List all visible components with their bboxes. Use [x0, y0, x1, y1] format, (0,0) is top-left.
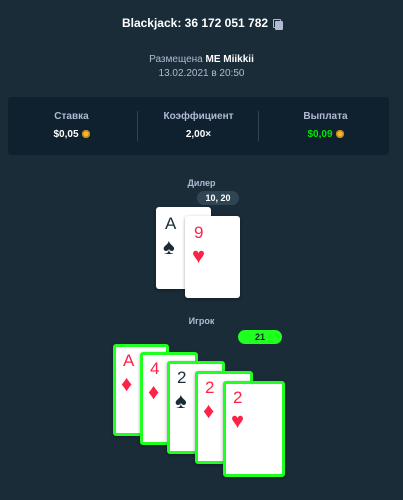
spade-icon: ♠: [163, 234, 175, 259]
placed-prefix: Размещена: [149, 54, 203, 65]
heart-icon: ♥: [192, 243, 206, 268]
bet-title: Blackjack: 36 172 051 782: [0, 16, 403, 30]
heart-icon: ♥: [231, 408, 245, 433]
card-rank: 2: [205, 378, 215, 397]
stat-payout-label: Выплата: [303, 111, 348, 122]
stat-multiplier: Коэффициент 2,00×: [135, 97, 262, 155]
stat-payout-amount: $0,09: [307, 129, 333, 140]
card-rank: 2: [233, 388, 243, 407]
diamond-icon: ♦: [148, 379, 160, 404]
stat-multiplier-label: Коэффициент: [163, 111, 234, 122]
spade-icon: ♠: [175, 388, 187, 413]
divider: [258, 111, 259, 141]
coin-icon: [335, 130, 344, 138]
card-rank: A: [165, 214, 177, 233]
dealer-label: Дилер: [187, 178, 216, 188]
stat-multiplier-value: 2,00×: [185, 129, 212, 140]
player-label: Игрок: [188, 316, 215, 326]
stat-bet-value: $0,05: [8, 129, 135, 140]
player-card-5: 2 ♥: [223, 381, 285, 477]
stat-payout-value: $0,09: [262, 129, 389, 140]
card-rank: 9: [194, 223, 204, 242]
diamond-icon: ♦: [121, 371, 133, 396]
dealer-score-badge: 10, 20: [197, 191, 239, 205]
stat-bet-label: Ставка: [54, 111, 89, 122]
stat-bet-amount: $0,05: [53, 129, 79, 140]
bet-stats-panel: Ставка $0,05 Коэффициент 2,00× Выплата $…: [8, 97, 389, 155]
card-rank: A: [123, 351, 135, 370]
placed-by: Размещена ME Miikkii: [0, 54, 403, 65]
player-score-badge: 21: [238, 330, 282, 344]
card-rank: 4: [150, 359, 160, 378]
stat-payout: Выплата $0,09: [262, 97, 389, 155]
card-rank: 2: [177, 368, 187, 387]
coin-icon: [81, 130, 90, 138]
copy-icon[interactable]: [273, 19, 284, 30]
dealer-card-2: 9 ♥: [185, 216, 240, 298]
bet-date: 13.02.2021 в 20:50: [158, 68, 245, 79]
username-link[interactable]: ME Miikkii: [206, 54, 254, 65]
stat-bet: Ставка $0,05: [8, 97, 135, 155]
bet-title-text: Blackjack: 36 172 051 782: [121, 16, 269, 30]
diamond-icon: ♦: [203, 398, 215, 423]
